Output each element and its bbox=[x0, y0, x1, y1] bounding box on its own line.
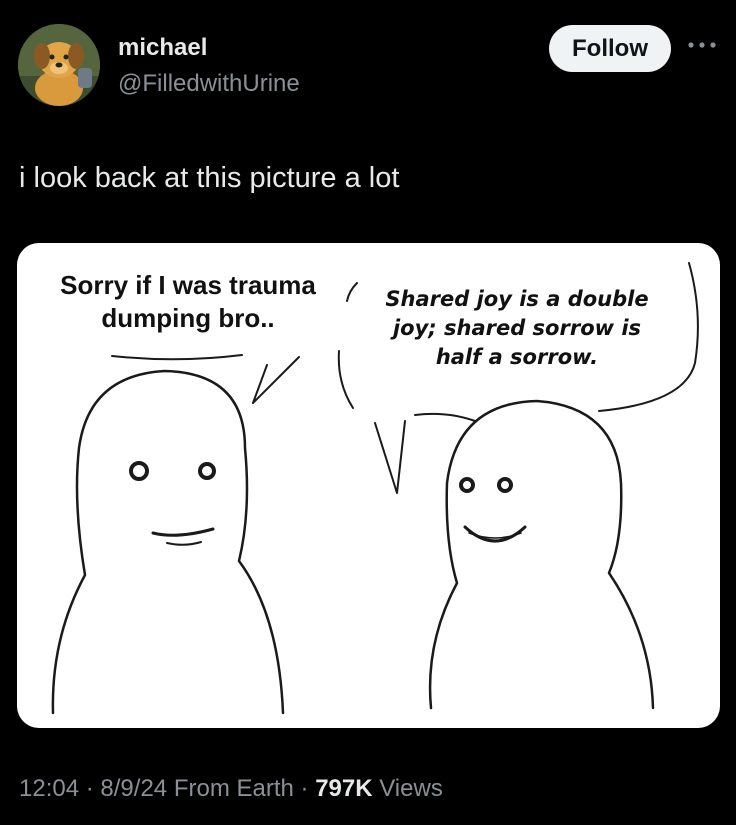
tweet-source: From Earth bbox=[173, 775, 294, 802]
tweet-time[interactable]: 12:04 bbox=[19, 775, 79, 802]
meta-separator: · bbox=[300, 775, 309, 802]
tweet-media-image[interactable]: Sorry if I was trauma dumping bro.. Shar… bbox=[17, 243, 720, 728]
tweet-metadata: 12:04 · 8/9/24 From Earth · 797K Views bbox=[19, 775, 443, 803]
dog-plush-avatar-image bbox=[18, 24, 100, 106]
tweet-text: i look back at this picture a lot bbox=[19, 162, 400, 194]
more-dots-glyph bbox=[688, 42, 716, 48]
right-speech-bubble-text: Shared joy is a double joy; shared sorro… bbox=[357, 285, 677, 372]
left-bubble-line: Sorry if I was trauma bbox=[60, 270, 316, 300]
author-handle[interactable]: @FilledwithUrine bbox=[118, 70, 300, 98]
tweet-date[interactable]: 8/9/24 bbox=[100, 775, 167, 802]
avatar[interactable] bbox=[18, 24, 100, 106]
views-label: Views bbox=[379, 775, 443, 802]
right-bubble-line: half a sorrow. bbox=[435, 345, 599, 369]
views-count: 797K bbox=[315, 775, 373, 802]
author-display-name[interactable]: michael bbox=[118, 34, 207, 62]
more-horizontal-icon[interactable] bbox=[682, 28, 722, 62]
meta-separator: · bbox=[85, 775, 94, 802]
right-bubble-line: Shared joy is a double bbox=[385, 287, 649, 311]
follow-button[interactable]: Follow bbox=[549, 25, 671, 72]
left-bubble-line: dumping bro.. bbox=[101, 303, 275, 333]
left-speech-bubble-text: Sorry if I was trauma dumping bro.. bbox=[23, 269, 353, 335]
right-bubble-line: joy; shared sorrow is bbox=[392, 316, 642, 340]
